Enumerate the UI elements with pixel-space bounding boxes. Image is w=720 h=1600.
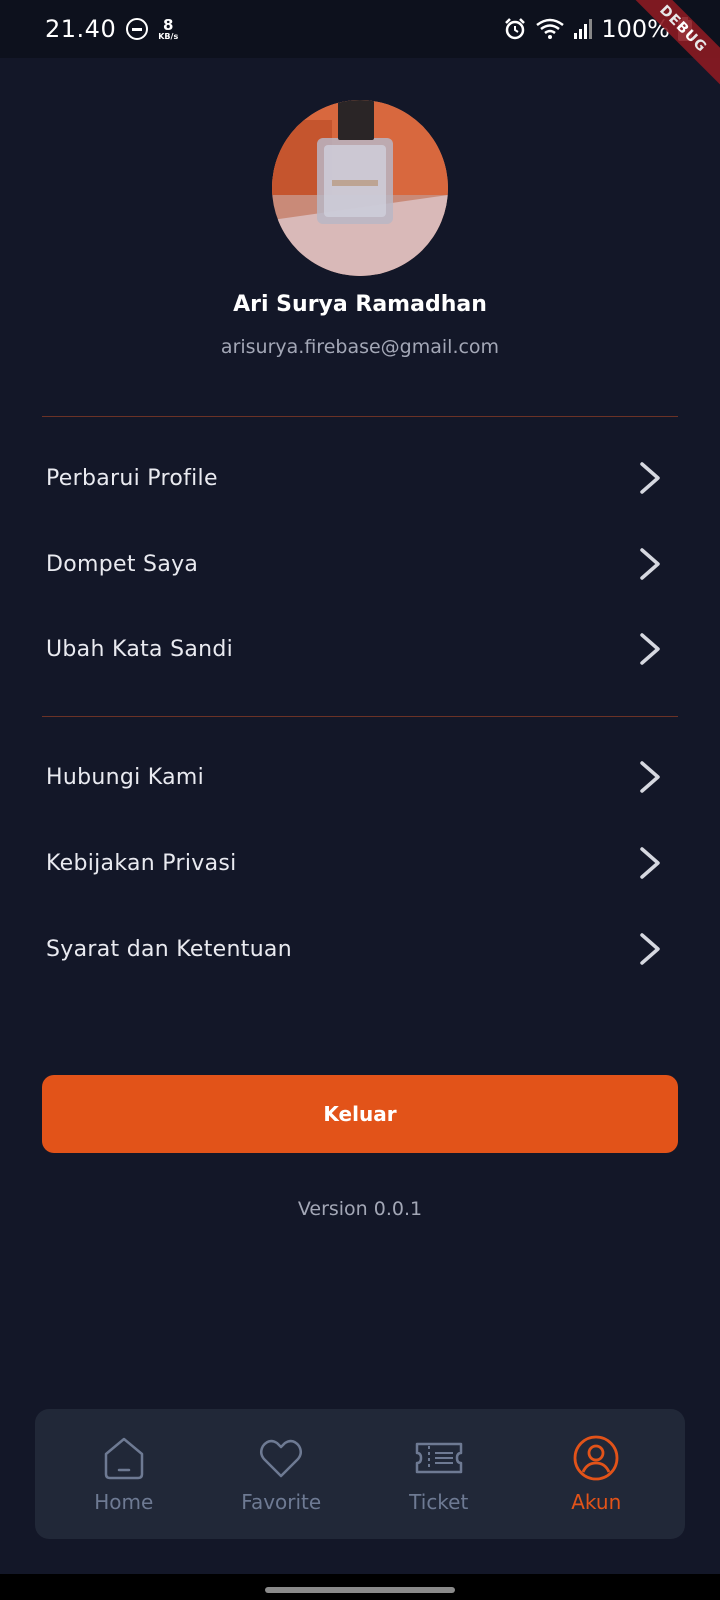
nav-label: Ticket: [409, 1490, 469, 1514]
app-version: Version 0.0.1: [297, 1198, 423, 1220]
nav-label: Akun: [571, 1490, 622, 1514]
menu-item-update-profile[interactable]: Perbarui Profile: [42, 442, 678, 514]
alarm-icon: [505, 18, 526, 40]
cellular-signal-icon: [574, 19, 593, 39]
menu-item-my-wallet[interactable]: Dompet Saya: [42, 528, 678, 600]
status-left: 21.40 8 KB/s: [45, 15, 178, 43]
chevron-right-icon: [640, 633, 660, 665]
profile-email: arisurya.firebase@gmail.com: [220, 336, 500, 358]
logout-button[interactable]: Keluar: [42, 1075, 678, 1153]
ticket-icon: [415, 1442, 462, 1474]
menu-item-label: Syarat dan Ketentuan: [46, 936, 292, 962]
menu-item-change-password[interactable]: Ubah Kata Sandi: [42, 613, 678, 685]
account-icon: [573, 1435, 619, 1481]
debug-banner: DEBUG: [620, 0, 720, 92]
network-speed-value: 8: [162, 15, 174, 34]
menu-item-label: Kebijakan Privasi: [46, 850, 237, 876]
chevron-right-icon: [640, 847, 660, 879]
network-speed-unit: KB/s: [158, 31, 179, 41]
menu-item-label: Perbarui Profile: [46, 465, 218, 491]
heart-icon: [260, 1439, 303, 1478]
chevron-right-icon: [640, 933, 660, 965]
menu-item-terms-conditions[interactable]: Syarat dan Ketentuan: [42, 913, 678, 985]
nav-item-home[interactable]: Home: [54, 1434, 194, 1514]
nav-item-ticket[interactable]: Ticket: [369, 1434, 509, 1514]
menu-item-label: Dompet Saya: [46, 551, 199, 577]
bottom-navigation: Home Favorite Ticket Akun: [35, 1409, 685, 1539]
gesture-handle[interactable]: [265, 1587, 455, 1593]
divider: [42, 716, 678, 717]
network-speed: 8 KB/s: [158, 15, 179, 41]
nav-label: Favorite: [241, 1490, 322, 1514]
menu-item-privacy-policy[interactable]: Kebijakan Privasi: [42, 827, 678, 899]
menu-item-label: Ubah Kata Sandi: [46, 636, 234, 662]
chevron-right-icon: [640, 761, 660, 793]
nav-item-account[interactable]: Akun: [526, 1434, 666, 1514]
home-icon: [104, 1437, 143, 1480]
status-time: 21.40: [45, 15, 117, 43]
chevron-right-icon: [640, 548, 660, 580]
chevron-right-icon: [640, 462, 660, 494]
menu-item-contact-us[interactable]: Hubungi Kami: [42, 741, 678, 813]
status-bar: 21.40 8 KB/s 100% DEBUG: [0, 0, 720, 92]
wifi-icon: [536, 18, 565, 39]
menu-item-label: Hubungi Kami: [46, 764, 205, 790]
do-not-disturb-icon: [126, 18, 149, 40]
divider: [42, 416, 678, 417]
profile-name: Ari Surya Ramadhan: [233, 292, 487, 317]
nav-label: Home: [94, 1490, 154, 1514]
profile-avatar[interactable]: [272, 100, 448, 276]
nav-item-favorite[interactable]: Favorite: [211, 1434, 351, 1514]
